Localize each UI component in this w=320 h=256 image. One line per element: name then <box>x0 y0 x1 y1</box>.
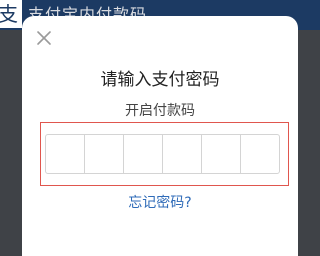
pin-digit-cell[interactable] <box>163 135 202 173</box>
pin-digit-cell[interactable] <box>241 135 279 173</box>
pin-digit-cell[interactable] <box>85 135 124 173</box>
dialog-title: 请输入支付密码 <box>100 70 220 90</box>
close-icon <box>37 31 51 45</box>
alipay-logo: 支 <box>0 0 22 28</box>
forgot-password-link[interactable]: 忘记密码? <box>22 192 298 212</box>
pin-digit-cell[interactable] <box>124 135 163 173</box>
dialog-subtitle: 开启付款码 <box>125 103 195 119</box>
pin-digit-cell[interactable] <box>46 135 85 173</box>
close-button[interactable] <box>34 28 54 48</box>
pin-digit-cell[interactable] <box>202 135 241 173</box>
pin-input[interactable] <box>45 134 280 174</box>
